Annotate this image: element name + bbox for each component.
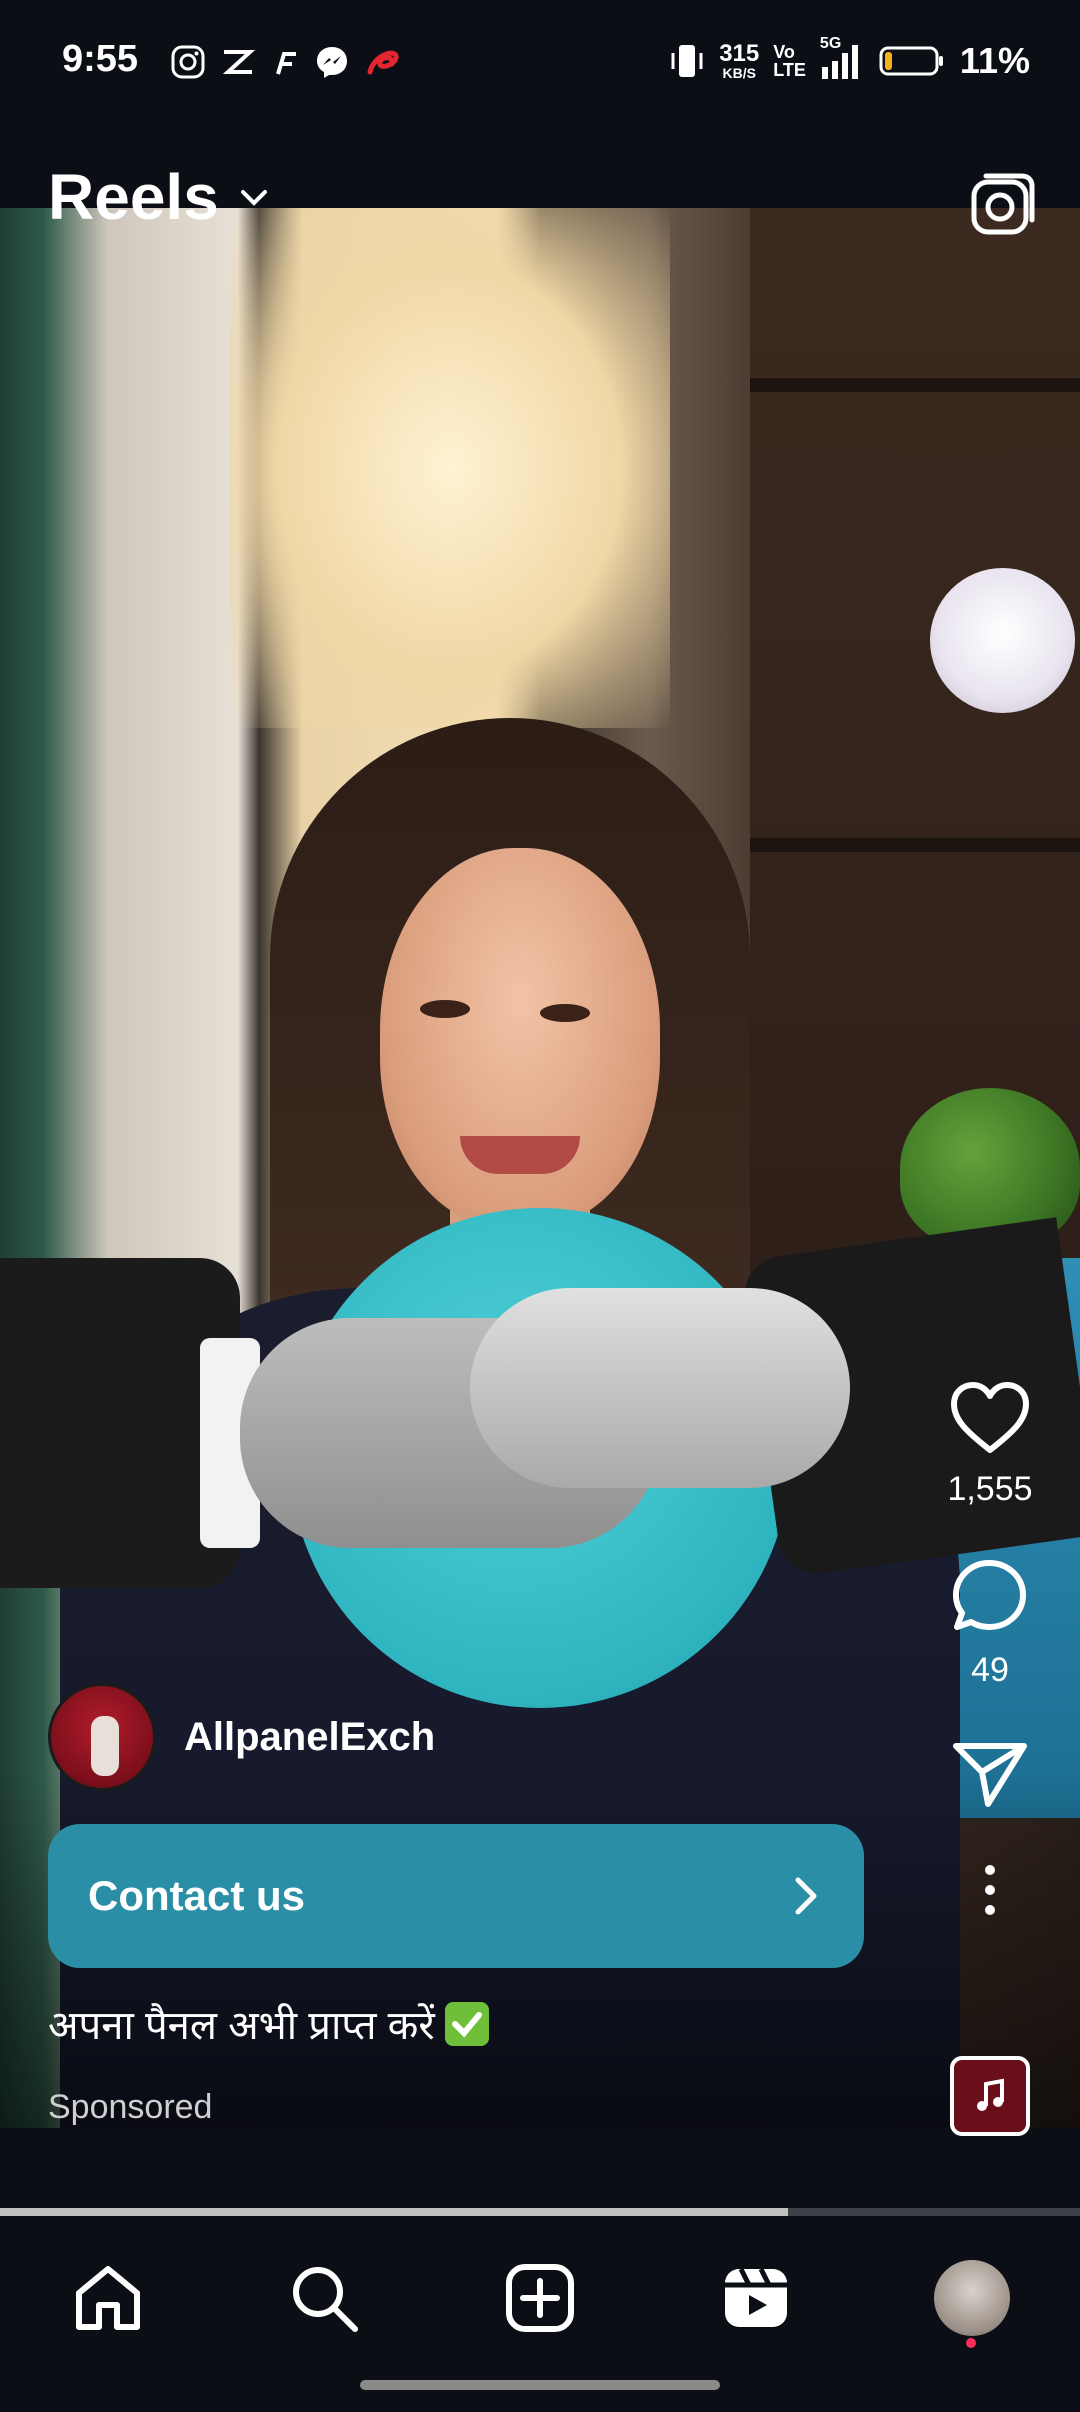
reels-title-dropdown[interactable]: Reels [48,160,271,234]
nav-search[interactable] [284,2258,364,2338]
signal-indicator: 5G [820,35,864,81]
comment-button[interactable]: 49 [940,1555,1040,1690]
avatar-figure [91,1716,119,1776]
reel-progress-bar[interactable] [0,2208,1080,2216]
profile-avatar [934,2260,1010,2336]
create-icon [506,2264,574,2332]
reels-icon [725,2267,787,2327]
status-notification-icons [170,40,404,84]
network-type: 5G [819,35,842,52]
comment-icon [953,1560,1026,1630]
reel-caption[interactable]: अपना पैनल अभी प्राप्त करें [48,1996,489,2051]
share-button[interactable] [940,1736,1040,1810]
flipkart-icon [276,52,296,75]
network-speed-unit: KB/S [722,65,756,81]
video-shelf-board [750,378,1080,392]
author-username[interactable]: AllpanelExch [184,1715,435,1760]
send-icon [953,1743,1027,1807]
more-options-button[interactable] [940,1862,1040,1918]
home-indicator[interactable] [360,2380,720,2390]
volte-bottom: LTE [773,60,806,80]
like-count: 1,555 [947,1470,1033,1508]
heart-icon [951,1382,1029,1453]
chevron-right-icon [795,1877,817,1915]
comment-count: 49 [971,1651,1009,1689]
status-system-icons: 315 KB/S Vo LTE 5G 11% [669,35,1030,86]
video-lamp [930,568,1075,713]
handshake-hand-right [470,1288,850,1488]
presenter-eye [540,1004,590,1022]
chevron-down-icon [240,190,267,206]
network-speed-value: 315 [719,40,760,67]
notification-dot [966,2338,976,2348]
avatar[interactable] [48,1683,156,1791]
airtel-icon [367,50,399,75]
network-speed: 315 KB/S [719,40,760,81]
reels-header: Reels [0,160,1080,250]
vibrate-icon [671,45,703,77]
more-icon [985,1865,995,1915]
volte-indicator: Vo LTE [773,43,806,79]
presenter-mouth [460,1136,580,1174]
nav-reels[interactable] [716,2258,796,2338]
presenter-eye [420,1000,470,1018]
zomato-icon [222,50,256,74]
reel-progress-fill [0,2208,789,2216]
like-button[interactable]: 1,555 [940,1380,1040,1509]
battery-icon [879,46,943,76]
status-bar: 9:55 315 KB/S Vo LTE 5G 11% [0,0,1080,125]
music-thumbnail-icon[interactable] [950,2056,1030,2136]
nav-home[interactable] [68,2258,148,2338]
messenger-icon [317,47,347,78]
caption-text: अपना पैनल अभी प्राप्त करें [48,2004,435,2048]
camera-icon[interactable] [966,168,1040,242]
nav-create[interactable] [500,2258,580,2338]
sponsored-label: Sponsored [48,2088,213,2126]
contact-us-button[interactable]: Contact us [48,1824,864,1968]
battery-percent: 11% [959,40,1030,81]
nav-profile[interactable] [932,2258,1012,2338]
reel-author[interactable]: AllpanelExch [48,1682,435,1792]
check-mark-icon [444,2001,489,2046]
volte-top: Vo [773,42,795,62]
reel-action-rail: 1,555 49 [940,1380,1040,1918]
page-title: Reels [48,161,219,233]
instagram-icon [171,45,205,79]
contact-us-label: Contact us [88,1872,306,1919]
music-note-icon [977,2078,1004,2111]
home-icon [76,2266,140,2330]
status-time: 9:55 [62,38,139,80]
search-icon [293,2267,358,2332]
